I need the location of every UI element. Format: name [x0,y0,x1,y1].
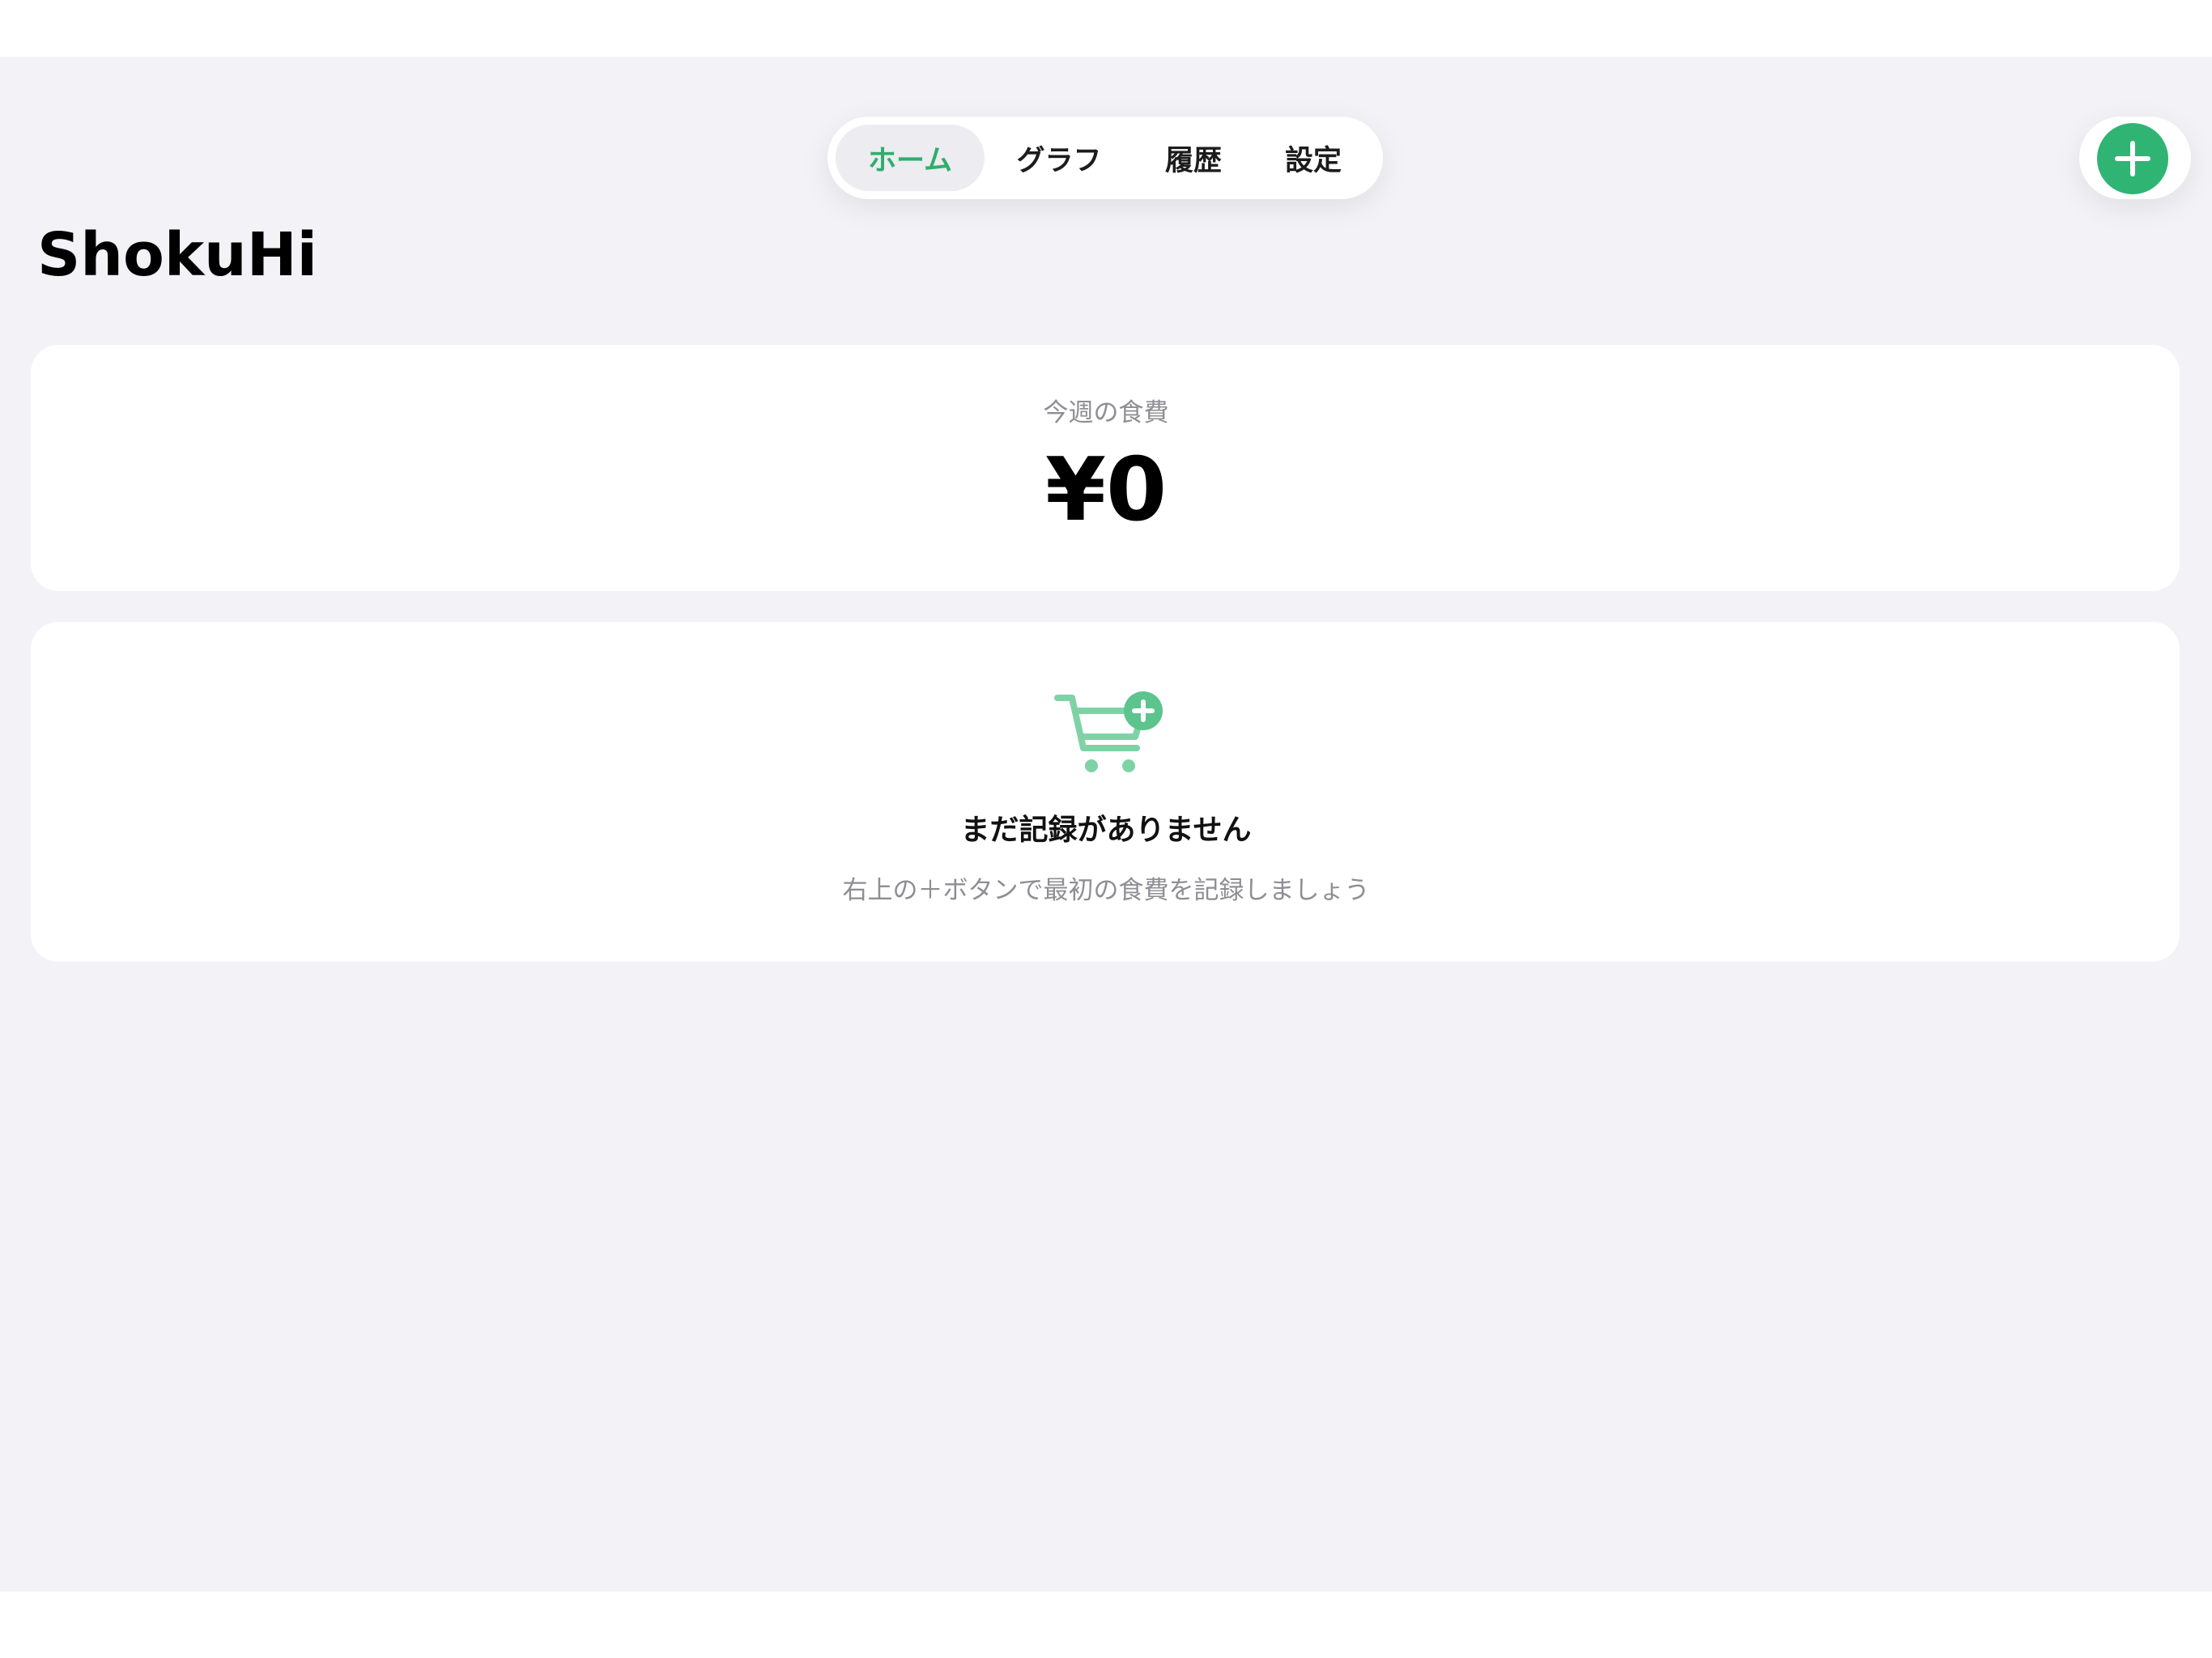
tab-bar: ホーム グラフ 履歴 設定 [827,117,1383,199]
tab-home[interactable]: ホーム [836,125,985,191]
empty-state-card [31,622,2180,962]
empty-state-hint: 右上の＋ボタンで最初の食費を記録しましょう [842,876,1370,905]
tab-history[interactable]: 履歴 [1134,125,1253,191]
cart-plus-icon [1054,691,1163,772]
add-button-container [2079,117,2191,199]
plus-icon [2115,141,2150,176]
weekly-spending-amount: ¥0 [1044,440,1168,541]
tab-settings[interactable]: 設定 [1253,125,1373,191]
weekly-spending-label: 今週の食費 [1043,398,1169,427]
add-record-button[interactable] [2097,123,2168,194]
empty-state-title: まだ記録がありません [960,814,1252,847]
tab-graph[interactable]: グラフ [985,125,1134,191]
page-title: ShokuHi [37,220,318,290]
